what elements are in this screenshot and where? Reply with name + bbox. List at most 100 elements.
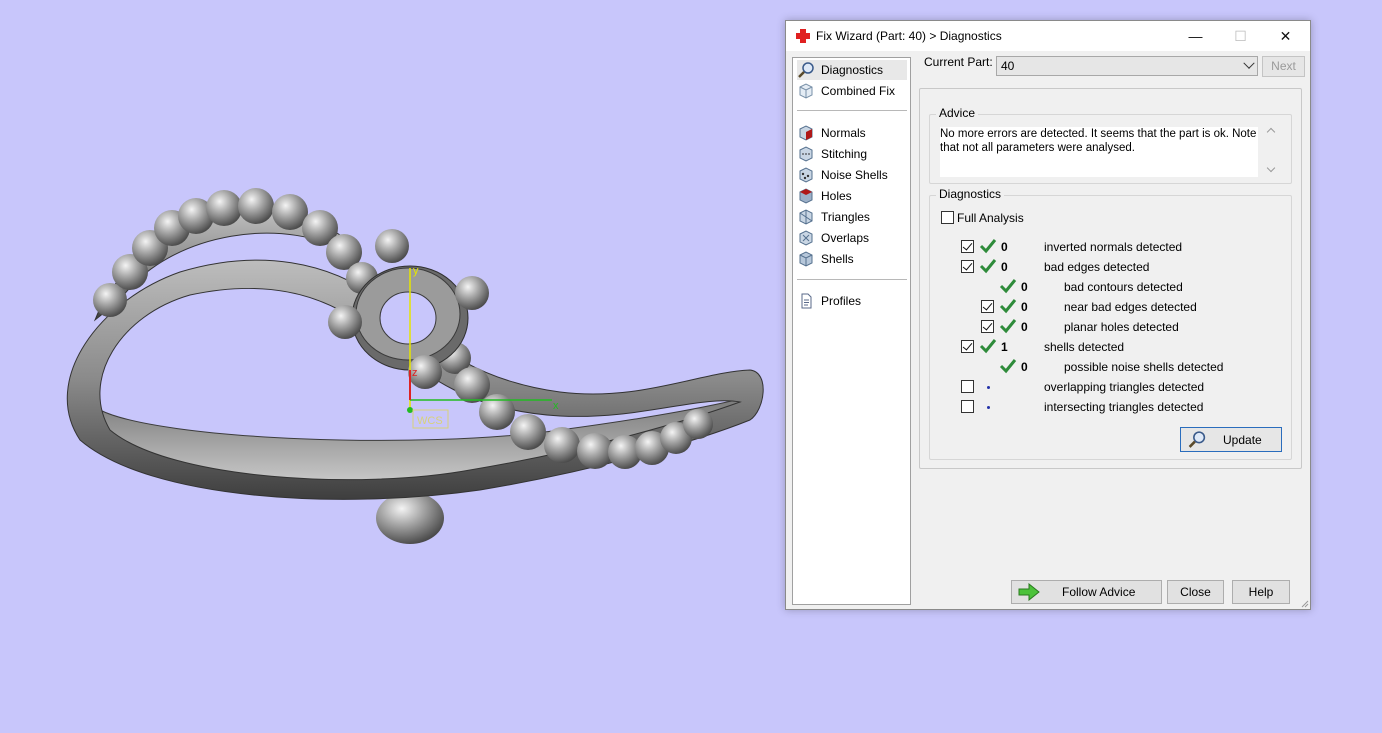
full-analysis-checkbox[interactable] — [941, 211, 954, 224]
check-icon — [999, 299, 1017, 314]
nav-item-normals[interactable]: Normals — [797, 123, 907, 143]
close-window-button[interactable]: ✕ — [1263, 21, 1308, 51]
current-part-select[interactable]: 40 — [996, 56, 1258, 76]
near-bad-edges-label: near bad edges detected — [1064, 300, 1197, 314]
magnifier-icon — [1188, 431, 1206, 448]
bad-edges-checkbox[interactable] — [961, 260, 974, 273]
overlaps-cube-icon — [799, 230, 813, 246]
document-icon — [801, 293, 812, 309]
check-icon — [979, 259, 997, 274]
nav-item-combined-fix[interactable]: Combined Fix — [797, 81, 907, 101]
update-button[interactable]: Update — [1180, 427, 1282, 452]
diagnostics-group: Diagnostics Full Analysis 0 inverted nor… — [929, 187, 1292, 460]
bad-contours-count: 0 — [1021, 280, 1028, 294]
check-icon — [979, 339, 997, 354]
check-icon — [999, 279, 1017, 294]
nav-item-noise-shells[interactable]: Noise Shells — [797, 165, 907, 185]
nav-item-label: Shells — [821, 252, 854, 266]
shells-count: 1 — [1001, 340, 1008, 354]
shells-checkbox[interactable] — [961, 340, 974, 353]
wcs-label: WCS — [417, 415, 443, 427]
nav-item-label: Profiles — [821, 294, 862, 308]
maximize-button[interactable]: ☐ — [1218, 21, 1263, 51]
holes-cube-icon — [799, 188, 813, 204]
intersecting-triangles-label: intersecting triangles detected — [1044, 400, 1204, 414]
nav-item-label: Diagnostics — [821, 63, 884, 77]
nav-item-stitching[interactable]: Stitching — [797, 144, 907, 164]
nav-item-triangles[interactable]: Triangles — [797, 207, 907, 227]
nav-item-label: Normals — [821, 126, 866, 140]
axis-z-label: z — [412, 367, 418, 379]
nav-item-label: Noise Shells — [821, 168, 888, 182]
nav-item-label: Holes — [821, 189, 852, 203]
bottom-knob — [376, 492, 444, 544]
nav-item-label: Combined Fix — [821, 84, 896, 98]
cube-icon — [799, 83, 813, 99]
ring-model: y x z WCS — [66, 188, 764, 544]
planar-holes-checkbox[interactable] — [981, 320, 994, 333]
scroll-up-icon[interactable] — [1266, 127, 1276, 137]
resize-grip-icon[interactable] — [1299, 598, 1309, 608]
not-run-dot-icon — [987, 406, 990, 409]
current-part-value: 40 — [1001, 59, 1015, 73]
3d-viewport[interactable]: y x z WCS — [0, 0, 780, 733]
help-button[interactable]: Help — [1232, 580, 1290, 604]
inverted-normals-checkbox[interactable] — [961, 240, 974, 253]
stitching-cube-icon — [799, 146, 813, 162]
near-bad-edges-count: 0 — [1021, 300, 1028, 314]
scroll-down-icon[interactable] — [1266, 163, 1276, 173]
main-panel: Advice No more errors are detected. It s… — [919, 88, 1302, 469]
nav-item-diagnostics[interactable]: Diagnostics — [797, 60, 907, 80]
triangles-cube-icon — [799, 209, 813, 225]
noise-shells-label: possible noise shells detected — [1064, 360, 1224, 374]
follow-advice-label: Follow Advice — [1062, 585, 1136, 599]
shells-cube-icon — [799, 251, 813, 267]
red-cross-icon — [796, 29, 810, 43]
axis-y-label: y — [413, 265, 419, 277]
nav-item-shells[interactable]: Shells — [797, 249, 907, 269]
normals-cube-icon — [799, 125, 813, 141]
follow-advice-button[interactable]: Follow Advice — [1011, 580, 1162, 604]
nav-item-holes[interactable]: Holes — [797, 186, 907, 206]
planar-holes-label: planar holes detected — [1064, 320, 1179, 334]
nav-item-overlaps[interactable]: Overlaps — [797, 228, 907, 248]
bad-contours-label: bad contours detected — [1064, 280, 1183, 294]
shells-label: shells detected — [1044, 340, 1125, 354]
nav-separator — [797, 110, 907, 111]
nav-item-label: Triangles — [821, 210, 870, 224]
nav-separator — [797, 279, 907, 280]
advice-title: Advice — [936, 106, 979, 120]
update-button-label: Update — [1223, 433, 1262, 447]
close-button[interactable]: Close — [1167, 580, 1224, 604]
check-icon — [999, 359, 1017, 374]
nav-item-label: Overlaps — [821, 231, 870, 245]
advice-group: Advice No more errors are detected. It s… — [929, 106, 1292, 184]
check-icon — [979, 239, 997, 254]
inverted-normals-label: inverted normals detected — [1044, 240, 1183, 254]
overlapping-triangles-label: overlapping triangles detected — [1044, 380, 1205, 394]
fix-wizard-dialog: Fix Wizard (Part: 40) > Diagnostics — ☐ … — [785, 20, 1311, 610]
axis-x-label: x — [553, 400, 559, 412]
diagnostics-title: Diagnostics — [936, 187, 1005, 201]
window-title: Fix Wizard (Part: 40) > Diagnostics — [816, 29, 1002, 43]
planar-holes-count: 0 — [1021, 320, 1028, 334]
bad-edges-label: bad edges detected — [1044, 260, 1150, 274]
green-arrow-icon — [1018, 583, 1040, 601]
advice-scrollbar[interactable] — [1265, 123, 1279, 179]
inverted-normals-count: 0 — [1001, 240, 1008, 254]
minimize-button[interactable]: — — [1173, 21, 1218, 51]
nav-item-profiles[interactable]: Profiles — [797, 291, 907, 311]
current-part-label: Current Part: — [924, 55, 993, 69]
chevron-down-icon — [1243, 57, 1255, 69]
intersecting-triangles-checkbox[interactable] — [961, 400, 974, 413]
next-button[interactable]: Next — [1262, 56, 1305, 77]
title-bar[interactable]: Fix Wizard (Part: 40) > Diagnostics — ☐ … — [786, 21, 1310, 51]
advice-text: No more errors are detected. It seems th… — [940, 127, 1258, 177]
noise-shells-icon — [799, 167, 813, 183]
wizard-nav: Diagnostics Combined Fix Normals Stitchi… — [792, 57, 911, 605]
near-bad-edges-checkbox[interactable] — [981, 300, 994, 313]
overlapping-triangles-checkbox[interactable] — [961, 380, 974, 393]
check-icon — [999, 319, 1017, 334]
magnifier-icon — [798, 62, 814, 78]
noise-shells-count: 0 — [1021, 360, 1028, 374]
